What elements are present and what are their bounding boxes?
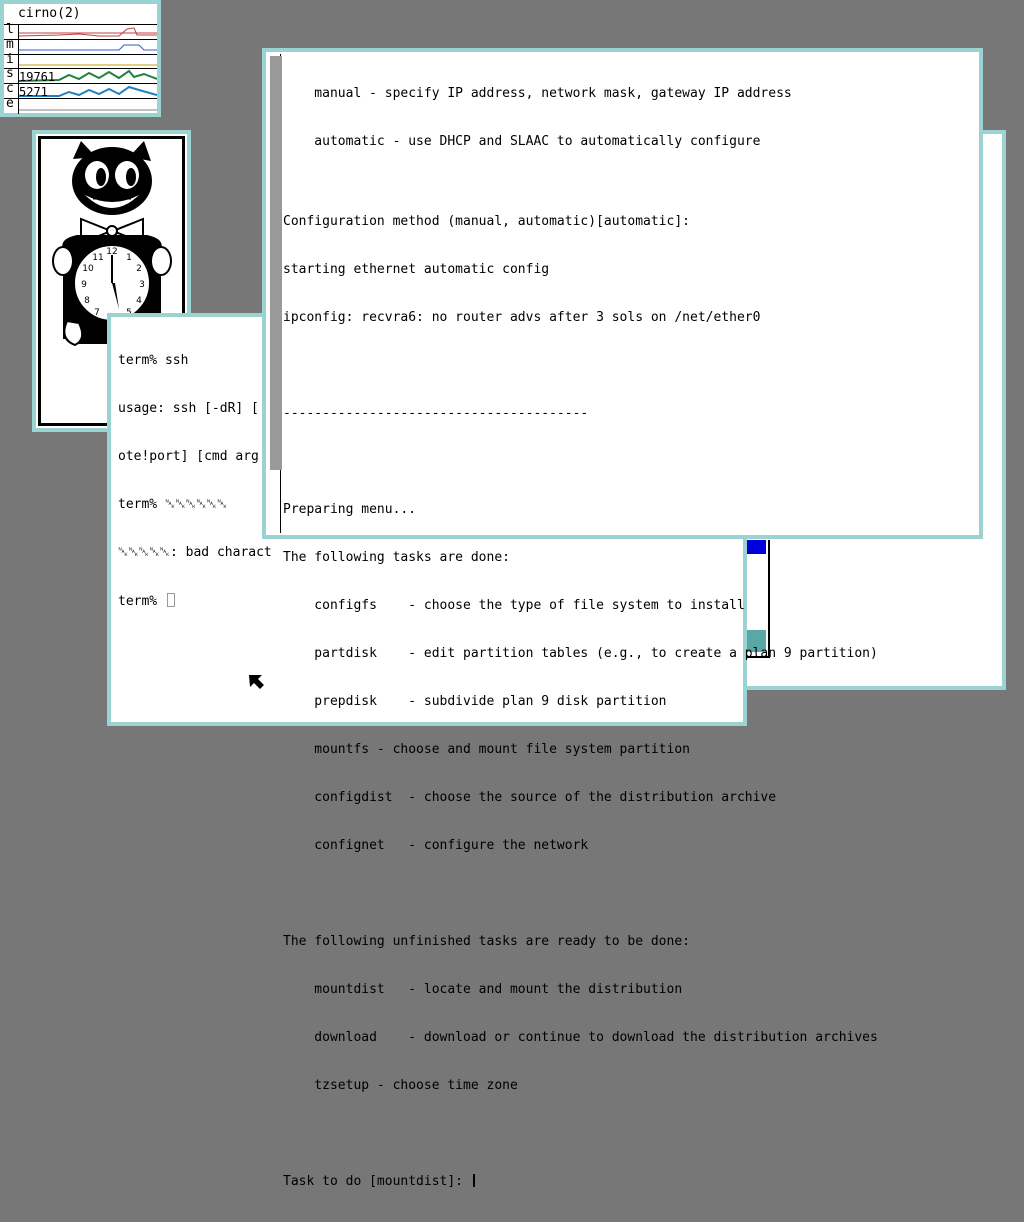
stats-title: cirno(2)	[18, 6, 81, 21]
clock-numeral: 10	[82, 264, 94, 274]
installer-line: tzsetup - choose time zone	[283, 1078, 518, 1093]
clock-numeral: 4	[136, 296, 142, 306]
stats-row-e: e	[4, 96, 157, 112]
term-line: ote!port] [cmd arg	[118, 449, 259, 464]
scrollbar-thumb[interactable]	[270, 56, 282, 470]
installer-window[interactable]: manual - specify IP address, network mas…	[262, 48, 983, 1189]
term-line: usage: ssh [-dR] [	[118, 401, 259, 416]
stats-window[interactable]: cirno(2) l m i s 19761 c 5271 e	[0, 0, 161, 117]
stats-label: e	[6, 96, 14, 111]
stats-label: m	[6, 37, 14, 52]
installer-line: download - download or continue to downl…	[283, 1030, 878, 1045]
clock-numeral: 11	[92, 253, 103, 263]
installer-line: prepdisk - subdivide plan 9 disk partiti…	[283, 694, 667, 709]
stats-label: c	[6, 81, 14, 96]
stats-graph-l	[19, 27, 157, 37]
installer-line: configdist - choose the source of the di…	[283, 790, 777, 805]
installer-line: starting ethernet automatic config	[283, 262, 550, 277]
clock-numeral: 12	[106, 247, 117, 257]
stats-row-m: m	[4, 37, 157, 53]
stats-label: i	[6, 52, 14, 67]
installer-line: The following tasks are done:	[283, 550, 510, 565]
installer-scrollbar[interactable]	[268, 54, 282, 533]
installer-line: ---------------------------------------	[283, 406, 589, 421]
stats-graph-m	[19, 44, 157, 51]
installer-line: mountdist - locate and mount the distrib…	[283, 982, 683, 997]
stats-value-c: 5271	[19, 85, 48, 99]
installer-prompt-line[interactable]: Task to do [mountdist]:	[283, 1174, 878, 1190]
installer-line: The following unfinished tasks are ready…	[283, 934, 690, 949]
clock-numeral: 1	[126, 253, 132, 263]
clock-numeral: 2	[136, 264, 142, 274]
installer-line: confignet - configure the network	[283, 838, 589, 853]
stats-row-i: i	[4, 52, 157, 68]
installer-line: ipconfig: recvra6: no router advs after …	[283, 310, 761, 325]
term-line: ␕␕␕␕␕: bad charact	[118, 545, 272, 560]
installer-line	[283, 454, 878, 470]
clock-numeral: 9	[81, 280, 87, 290]
text-cursor-icon	[472, 1174, 475, 1187]
term-prompt: term%	[118, 594, 165, 609]
installer-line: Configuration method (manual, automatic)…	[283, 214, 690, 229]
term-line: term% ssh	[118, 353, 189, 368]
installer-line	[283, 358, 878, 374]
stats-value-s: 19761	[19, 70, 56, 84]
stats-row-c: c 5271	[4, 81, 157, 99]
installer-line: Preparing menu...	[283, 502, 417, 517]
installer-line: partdisk - edit partition tables (e.g., …	[283, 646, 878, 661]
clock-numeral: 3	[139, 280, 145, 290]
installer-line	[283, 1126, 878, 1142]
stats-row-l: l	[4, 22, 157, 38]
installer-prompt: Task to do [mountdist]:	[283, 1174, 471, 1189]
installer-output[interactable]: manual - specify IP address, network mas…	[283, 54, 878, 1222]
stats-label: l	[6, 22, 14, 37]
installer-line: mountfs - choose and mount file system p…	[283, 742, 690, 757]
installer-line: automatic - use DHCP and SLAAC to automa…	[283, 134, 761, 149]
installer-line: configfs - choose the type of file syste…	[283, 598, 745, 613]
stats-graph-e	[19, 109, 157, 111]
text-cursor-icon	[166, 593, 175, 607]
installer-line	[283, 886, 878, 902]
stats-graph-i	[19, 64, 157, 66]
clock-numeral: 7	[94, 308, 100, 318]
installer-line: manual - specify IP address, network mas…	[283, 86, 792, 101]
term-line: term% ␕␕␕␕␕␕	[118, 497, 228, 512]
term-prompt-line[interactable]: term%	[118, 593, 272, 610]
term-output[interactable]: term% ssh usage: ssh [-dR] [ ote!port] […	[118, 321, 272, 642]
clock-numeral: 8	[84, 296, 90, 306]
stats-row-s: s 19761	[4, 66, 157, 84]
stats-label: s	[6, 66, 14, 81]
mouse-pointer-icon	[249, 675, 264, 689]
